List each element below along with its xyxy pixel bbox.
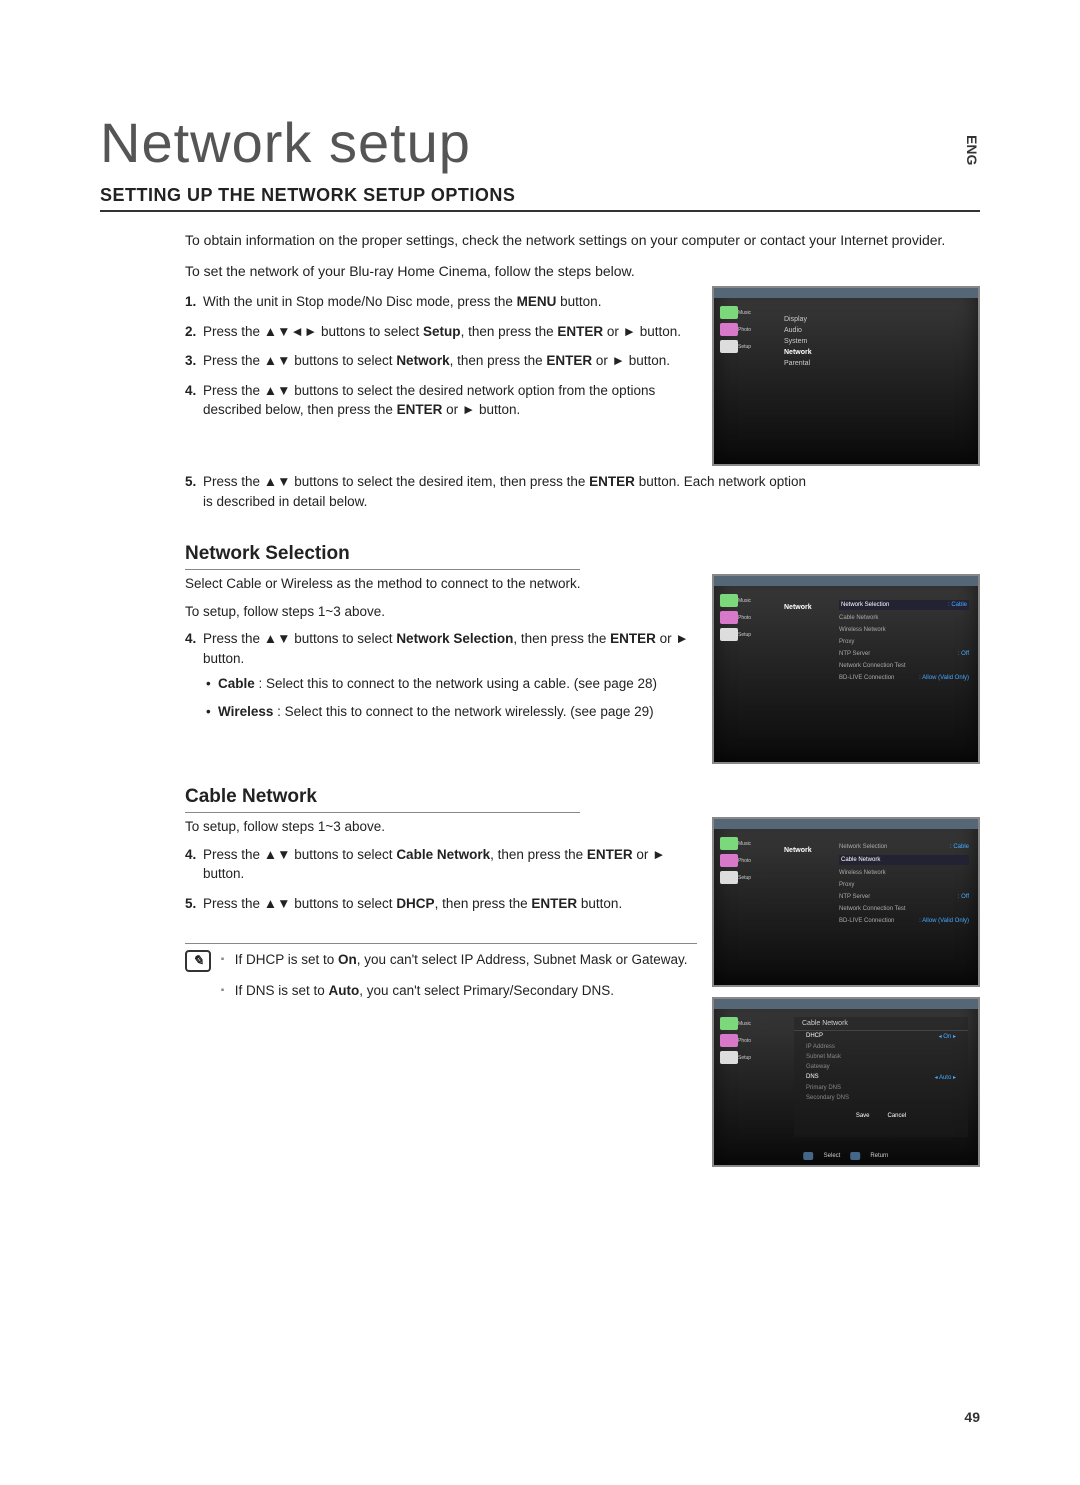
screenshot-setup-menu: MusicPhotoSetup DisplayAudioSystemNetwor… (712, 286, 980, 466)
screenshot-network-selection: MusicPhotoSetup Network Network Selectio… (712, 574, 980, 764)
step-5: 5.Press the ▲▼ buttons to select the des… (185, 472, 815, 511)
section-header: SETTING UP THE NETWORK SETUP OPTIONS (100, 185, 980, 212)
ns-option-cable: Cable : Select this to connect to the ne… (203, 674, 697, 694)
screenshot-cable-network-detail: MusicPhotoSetup Cable Network DHCP◂ On ▸… (712, 997, 980, 1167)
ns-intro-1: Select Cable or Wireless as the method t… (185, 574, 697, 594)
setup-steps: 1.With the unit in Stop mode/No Disc mod… (185, 292, 697, 420)
ns-intro-2: To setup, follow steps 1~3 above. (185, 602, 697, 622)
step-4: 4.Press the ▲▼ buttons to select the des… (185, 381, 697, 420)
intro-paragraph-2: To set the network of your Blu-ray Home … (185, 261, 980, 282)
language-tab: ENG (964, 135, 980, 165)
setup-steps-continued: 5.Press the ▲▼ buttons to select the des… (185, 472, 980, 511)
cn-step-5: 5.Press the ▲▼ buttons to select DHCP, t… (185, 894, 697, 914)
step-2: 2.Press the ▲▼◄► buttons to select Setup… (185, 322, 697, 342)
page-number: 49 (964, 1409, 980, 1425)
note-dns: If DNS is set to Auto, you can't select … (221, 981, 693, 1001)
note-dhcp: If DHCP is set to On, you can't select I… (221, 950, 693, 970)
cable-network-heading: Cable Network (185, 786, 580, 813)
screenshot-cable-network-list: MusicPhotoSetup Network Network Selectio… (712, 817, 980, 987)
step-3: 3.Press the ▲▼ buttons to select Network… (185, 351, 697, 371)
step-1: 1.With the unit in Stop mode/No Disc mod… (185, 292, 697, 312)
intro-paragraph-1: To obtain information on the proper sett… (185, 230, 980, 251)
cn-step-4: 4.Press the ▲▼ buttons to select Cable N… (185, 845, 697, 884)
cn-intro: To setup, follow steps 1~3 above. (185, 817, 697, 837)
ns-option-wireless: Wireless : Select this to connect to the… (203, 702, 697, 722)
ns-step-4: 4.Press the ▲▼ buttons to select Network… (185, 629, 697, 721)
page-title: Network setup (100, 110, 980, 175)
network-selection-heading: Network Selection (185, 543, 580, 570)
note-icon: ✎ (185, 950, 211, 972)
